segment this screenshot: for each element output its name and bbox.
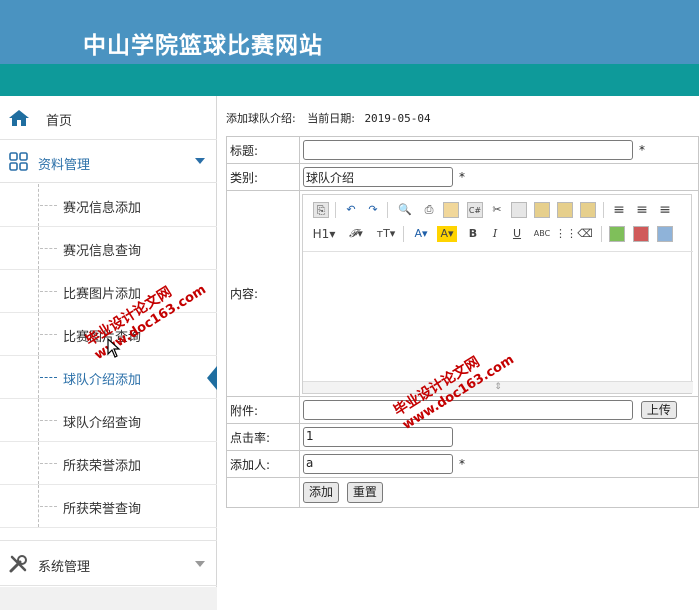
header-bar: 中山学院篮球比赛网站 (0, 0, 699, 64)
paste-word-icon[interactable] (580, 201, 596, 218)
breadcrumb: 添加球队介绍: 当前日期: 2019-05-04 (226, 110, 431, 126)
select-all-icon[interactable]: ⋮⋮ (555, 226, 577, 242)
title-label: 标题: (226, 136, 300, 164)
grid-icon (9, 152, 28, 171)
code-icon[interactable]: C# (467, 201, 483, 218)
sidebar-group-label: 系统管理 (38, 560, 91, 575)
main-content: 添加球队介绍: 当前日期: 2019-05-04 标题: * 类别: 球队介绍 *… (218, 96, 699, 610)
link-icon[interactable] (657, 225, 673, 242)
clicks-input[interactable]: 1 (303, 427, 453, 447)
font-color-icon[interactable]: A▾ (411, 226, 431, 242)
sidebar-item-label: 赛况信息查询 (63, 244, 142, 259)
teal-band (0, 64, 699, 96)
print-icon[interactable]: ⎙ (421, 202, 437, 218)
preview-icon[interactable]: 🔍 (397, 202, 413, 218)
cut-icon[interactable]: ✂ (489, 202, 505, 218)
font-size-dropdown[interactable]: ᴛT▾ (375, 226, 397, 242)
editor-toolbar-row-1: ⎘ ↶ ↷ 🔍 ⎙ C# ✂ ≡ ≡ ≡ (303, 199, 693, 223)
sidebar-item-team-intro-query[interactable]: 球队介绍查询 (0, 399, 217, 442)
eraser-icon[interactable]: ⌫ (577, 226, 593, 242)
attachment-input[interactable] (303, 400, 633, 420)
sidebar-item-team-intro-add[interactable]: 球队介绍添加 (0, 356, 217, 399)
upload-button[interactable]: 上传 (640, 401, 677, 419)
sidebar-item-label: 球队介绍查询 (63, 416, 142, 431)
paste-text-icon[interactable] (557, 201, 573, 218)
align-right-icon[interactable]: ≡ (657, 202, 673, 218)
sidebar-item-match-info-query[interactable]: 赛况信息查询 (0, 227, 217, 270)
sidebar-group-system[interactable]: 系统管理 (0, 540, 217, 586)
chevron-down-icon (195, 158, 205, 164)
editor-toolbar-row-2: H1▾ 𝓕▾ ᴛT▾ A▾ A▾ B I U ABC ⋮⋮ ⌫ (303, 223, 693, 247)
underline-icon[interactable]: U (509, 226, 525, 242)
italic-icon[interactable]: I (487, 226, 503, 242)
editor-content-area[interactable] (303, 250, 693, 383)
site-title: 中山学院篮球比赛网站 (83, 32, 323, 59)
sidebar-item-honor-add[interactable]: 所获荣誉添加 (0, 442, 217, 485)
sidebar-item-label: 比赛图片添加 (63, 287, 142, 302)
heading-dropdown[interactable]: H1▾ (311, 226, 337, 242)
sidebar-item-label: 比赛图片查询 (63, 330, 142, 345)
bold-icon[interactable]: B (465, 226, 481, 242)
sidebar-group-data-management[interactable]: 资料管理 (0, 141, 217, 183)
align-left-icon[interactable]: ≡ (611, 202, 627, 218)
home-icon (9, 110, 29, 126)
paste-icon[interactable] (534, 201, 550, 218)
date-value: 2019-05-04 (364, 112, 431, 125)
cursor-icon (107, 338, 121, 358)
page-label: 添加球队介绍: (226, 112, 296, 125)
tools-icon (9, 555, 27, 573)
title-input[interactable] (303, 140, 633, 160)
reset-button[interactable]: 重置 (346, 482, 383, 503)
flash-icon[interactable] (633, 225, 649, 242)
sidebar-item-label: 所获荣誉查询 (63, 502, 142, 517)
highlight-color-icon[interactable]: A▾ (437, 225, 457, 242)
sidebar-item-label: 赛况信息添加 (63, 201, 142, 216)
redo-icon[interactable]: ↷ (365, 202, 381, 218)
content-label: 内容: (226, 190, 300, 397)
add-button[interactable]: 添加 (303, 482, 340, 503)
image-icon[interactable] (609, 225, 625, 242)
team-intro-form: 标题: * 类别: 球队介绍 * 内容: ⎘ ↶ ↷ 🔍 ⎙ C# ✂ ≡ ≡ … (226, 136, 699, 508)
adder-label: 添加人: (226, 450, 300, 478)
resize-handle-icon[interactable]: ⇕ (303, 380, 693, 393)
adder-input[interactable]: a (303, 454, 453, 474)
active-pointer-icon (207, 366, 217, 390)
rich-text-editor: ⎘ ↶ ↷ 🔍 ⎙ C# ✂ ≡ ≡ ≡ H1▾ 𝓕▾ ᴛT▾ A▾ A▾ B … (302, 193, 693, 394)
strikethrough-icon[interactable]: ABC (531, 226, 553, 242)
copy-icon[interactable] (511, 201, 527, 218)
category-input[interactable]: 球队介绍 (303, 167, 453, 187)
font-family-dropdown[interactable]: 𝓕▾ (345, 226, 367, 242)
attachment-label: 附件: (226, 396, 300, 424)
date-label: 当前日期: (307, 112, 355, 125)
category-label: 类别: (226, 163, 300, 191)
source-icon[interactable]: ⎘ (313, 201, 329, 218)
align-center-icon[interactable]: ≡ (634, 202, 650, 218)
sidebar-item-home[interactable]: 首页 (0, 96, 217, 140)
sidebar-item-honor-query[interactable]: 所获荣誉查询 (0, 485, 217, 528)
sidebar-item-home-label: 首页 (46, 114, 73, 129)
sidebar-item-match-info-add[interactable]: 赛况信息添加 (0, 184, 217, 227)
undo-icon[interactable]: ↶ (343, 202, 359, 218)
sidebar-item-photo-add[interactable]: 比赛图片添加 (0, 270, 217, 313)
sidebar-item-label: 球队介绍添加 (63, 373, 142, 388)
sidebar-item-label: 所获荣誉添加 (63, 459, 142, 474)
sidebar-group-label: 资料管理 (38, 158, 91, 173)
chevron-down-icon (195, 561, 205, 567)
clicks-label: 点击率: (226, 423, 300, 451)
template-icon[interactable] (443, 201, 459, 218)
